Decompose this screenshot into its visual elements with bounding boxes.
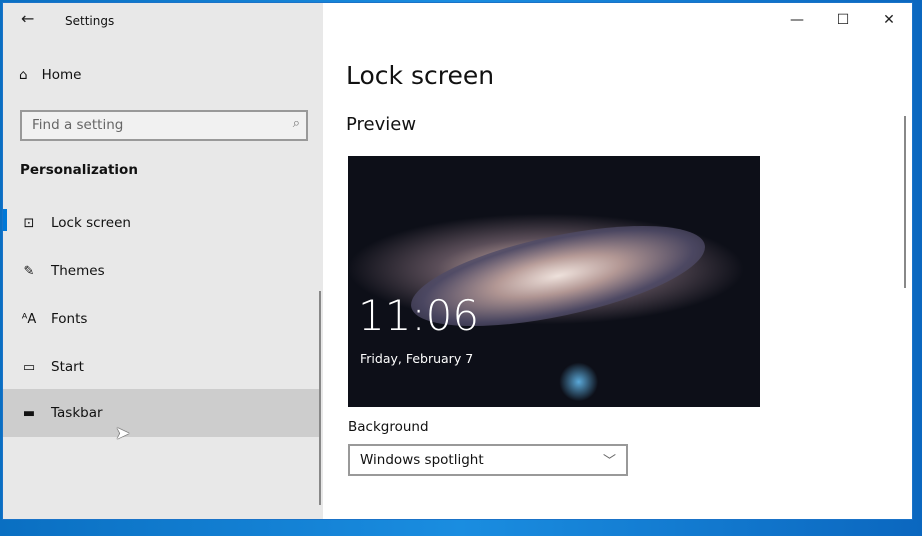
nav-label: Themes (51, 263, 105, 279)
settings-window: ← Settings ⌂ Home Find a setting ⌕ Perso… (2, 2, 913, 520)
sidebar-item-fonts[interactable]: ᴬA Fonts (3, 295, 321, 343)
lock-screen-icon: ⊡ (23, 215, 35, 231)
page-title: Lock screen (346, 61, 495, 90)
search-placeholder: Find a setting (32, 117, 124, 133)
sidebar-item-themes[interactable]: ✎ Themes (3, 247, 321, 295)
sidebar: ← Settings ⌂ Home Find a setting ⌕ Perso… (3, 3, 323, 519)
nav-label: Taskbar (51, 405, 103, 421)
sidebar-scrollbar[interactable] (319, 291, 321, 505)
taskbar-icon: ▬ (22, 405, 36, 421)
themes-icon: ✎ (23, 263, 35, 279)
nav-label: Fonts (51, 311, 88, 327)
home-label: Home (41, 67, 82, 83)
chevron-down-icon: ﹀ (602, 454, 616, 469)
home-icon: ⌂ (19, 67, 28, 83)
background-dropdown[interactable]: Windows spotlight ﹀ (348, 444, 628, 476)
selected-indicator (3, 209, 7, 231)
start-icon: ▭ (22, 359, 36, 375)
minimize-button[interactable]: — (774, 3, 820, 37)
fonts-icon: ᴬA (21, 311, 37, 327)
maximize-button[interactable]: ☐ (820, 3, 866, 37)
preview-date: Friday, February 7 (360, 351, 474, 366)
sidebar-item-lock-screen[interactable]: ⊡ Lock screen (3, 199, 321, 247)
lock-screen-preview: 11:06 Friday, February 7 (348, 156, 760, 407)
mouse-cursor-icon: ➤ (115, 423, 131, 444)
search-input[interactable]: Find a setting ⌕ (20, 110, 308, 141)
window-controls: — ☐ ✕ (774, 3, 912, 37)
dropdown-value: Windows spotlight (360, 452, 484, 468)
main-scrollbar[interactable] (904, 116, 906, 288)
sidebar-item-home[interactable]: ⌂ Home (19, 67, 81, 83)
main-content: — ☐ ✕ Lock screen Preview 11:06 Friday, … (323, 3, 912, 519)
background-label: Background (348, 419, 429, 435)
preview-time: 11:06 (358, 291, 480, 340)
sidebar-item-start[interactable]: ▭ Start (3, 343, 321, 391)
close-button[interactable]: ✕ (866, 3, 912, 37)
nav-label: Start (51, 359, 84, 375)
preview-heading: Preview (346, 114, 417, 135)
search-icon[interactable]: ⌕ (293, 116, 300, 131)
window-title: Settings (65, 14, 115, 28)
back-arrow-icon[interactable]: ← (21, 9, 34, 28)
sidebar-item-taskbar[interactable]: ▬ Taskbar (3, 389, 321, 437)
nav-label: Lock screen (51, 215, 131, 231)
section-heading: Personalization (20, 162, 138, 178)
